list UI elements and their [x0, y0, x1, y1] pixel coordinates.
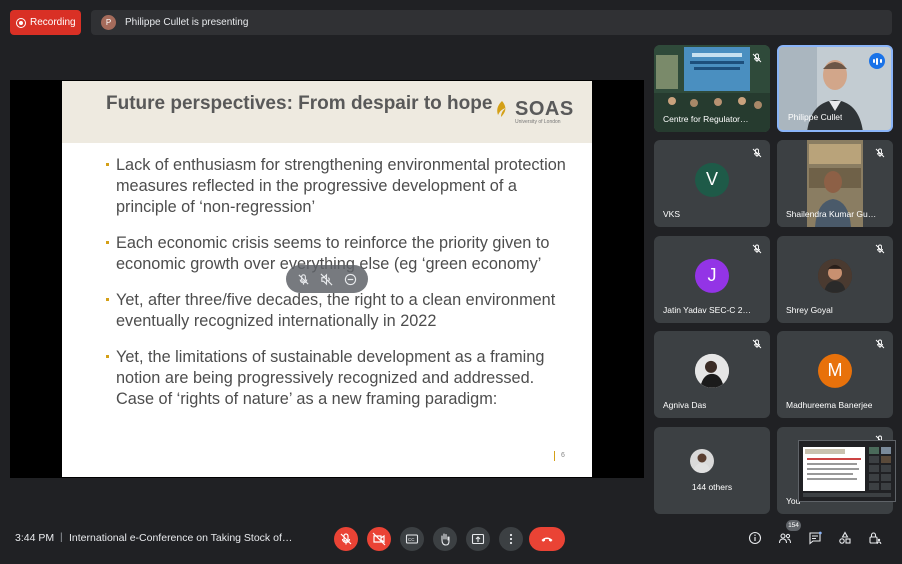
presentation-stage: Future perspectives: From despair to hop… [10, 80, 644, 478]
participant-name: Philippe Cullet [788, 112, 843, 122]
lock-person-icon [869, 532, 882, 545]
participant-avatar: V [695, 162, 729, 197]
people-icon [778, 533, 791, 544]
camera-off-icon [372, 532, 386, 546]
clock-time: 3:44 PM [15, 532, 55, 544]
muted-mic-icon [875, 148, 885, 158]
muted-mic-icon [752, 339, 762, 349]
volume-off-icon[interactable] [320, 273, 333, 286]
participant-avatar: J [695, 258, 729, 293]
slide-page-number: 6 [554, 451, 565, 461]
recording-button[interactable]: Recording [10, 10, 81, 35]
recording-label: Recording [30, 17, 76, 28]
present-screen-icon [471, 533, 485, 545]
meet-window: Recording P Philippe Cullet is presentin… [0, 0, 902, 564]
chat-button[interactable] [807, 530, 823, 546]
captions-button[interactable]: CC [400, 527, 424, 551]
meeting-title: International e-Conference on Taking Sto… [69, 532, 293, 544]
muted-mic-icon [875, 339, 885, 349]
hand-icon [441, 533, 450, 546]
participant-tile[interactable]: Centre for Regulator… [654, 45, 770, 132]
profile-photo-image [690, 449, 714, 473]
leave-call-button[interactable] [529, 527, 565, 551]
profile-photo-image [695, 353, 729, 388]
self-preview-thumbnail[interactable] [798, 440, 896, 502]
info-icon [748, 531, 762, 545]
activities-icon [839, 531, 851, 544]
people-button[interactable] [777, 530, 793, 546]
presenting-text: Philippe Cullet is presenting [125, 17, 249, 28]
mic-off-icon[interactable] [297, 273, 310, 286]
mic-off-icon [340, 533, 352, 545]
muted-mic-icon [752, 244, 762, 254]
participant-tile-speaking[interactable]: Philippe Cullet [777, 45, 893, 132]
participant-tile[interactable]: Shrey Goyal [777, 236, 893, 323]
more-vertical-icon [509, 533, 513, 545]
recording-icon [16, 17, 26, 28]
slide-bullet: Yet, after three/five decades, the right… [106, 290, 576, 332]
meeting-info-button[interactable] [747, 530, 763, 546]
presenting-banner: P Philippe Cullet is presenting [91, 10, 892, 35]
captions-icon: CC [405, 534, 419, 544]
soas-mark-icon [497, 101, 506, 117]
host-controls-button[interactable] [867, 530, 883, 546]
separator: | [60, 532, 63, 543]
mic-toggle-button[interactable] [334, 527, 358, 551]
participant-name: Centre for Regulator… [663, 114, 749, 124]
participant-count-badge: 154 [786, 520, 801, 531]
participant-tile[interactable]: J Jatin Yadav SEC-C 2… [654, 236, 770, 323]
remove-icon[interactable] [344, 273, 357, 286]
muted-mic-icon [752, 148, 762, 158]
raise-hand-button[interactable] [433, 527, 457, 551]
hang-up-icon [541, 537, 553, 542]
activities-button[interactable] [837, 530, 853, 546]
soas-logo-name: SOAS [515, 98, 574, 120]
more-options-button[interactable] [499, 527, 523, 551]
camera-toggle-button[interactable] [367, 527, 391, 551]
participant-avatar: M [818, 353, 852, 388]
present-button[interactable] [466, 527, 490, 551]
others-count-label: 144 others [691, 482, 733, 492]
participant-tile[interactable]: Agniva Das [654, 331, 770, 418]
others-tile[interactable]: 144 others [654, 427, 770, 514]
svg-text:CC: CC [408, 537, 415, 542]
soas-logo-sub: University of London [515, 119, 561, 125]
presenter-avatar: P [101, 15, 116, 30]
speaking-indicator-icon [869, 53, 885, 69]
participant-photo [695, 353, 729, 388]
muted-mic-icon [875, 244, 885, 254]
participant-name: Jatin Yadav SEC-C 2… [663, 305, 752, 315]
participant-tile[interactable]: V VKS [654, 140, 770, 227]
soas-logo: SOAS University of London [492, 99, 574, 125]
participant-name: Shrey Goyal [786, 305, 833, 315]
slide-bullet: Yet, the limitations of sustainable deve… [106, 347, 576, 410]
preview-image [801, 443, 893, 499]
participant-photo [818, 258, 852, 293]
chat-icon [809, 531, 822, 545]
participant-name: Shailendra Kumar Gu… [786, 209, 877, 219]
participant-tile[interactable]: Shailendra Kumar Gu… [777, 140, 893, 227]
profile-photo-image [818, 258, 852, 293]
participant-name: VKS [663, 209, 681, 219]
others-avatar [690, 449, 714, 473]
participant-tile[interactable]: M Madhureema Banerjee [777, 331, 893, 418]
presenter-floating-controls [286, 265, 368, 293]
participant-name: Madhureema Banerjee [786, 400, 873, 410]
participant-name: Agniva Das [663, 400, 707, 410]
muted-mic-icon [752, 53, 762, 63]
slide-bullet: Lack of enthusiasm for strengthening env… [106, 155, 576, 218]
slide-title: Future perspectives: From despair to hop… [106, 93, 493, 114]
